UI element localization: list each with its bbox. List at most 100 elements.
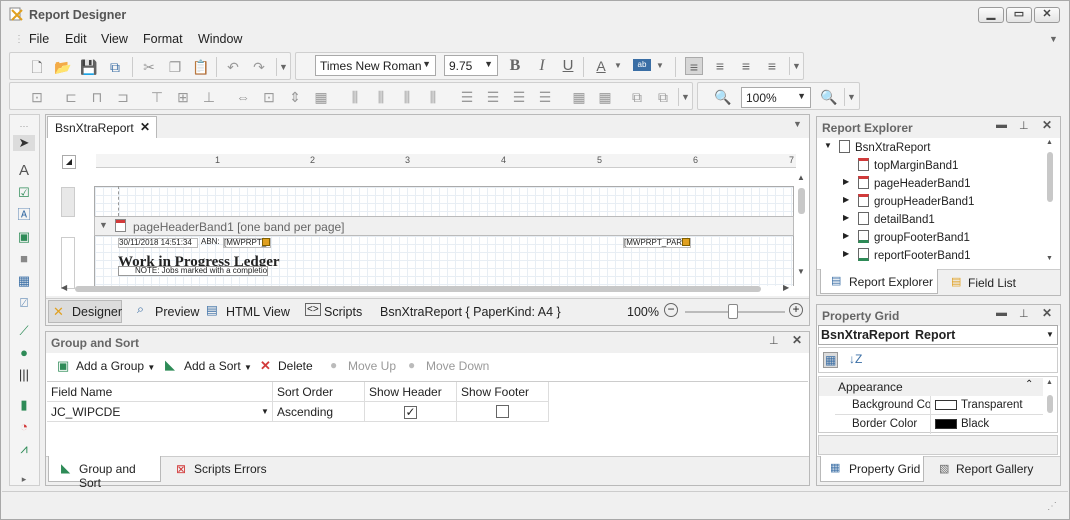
column-header-show-footer[interactable]: Show Footer: [457, 382, 549, 402]
designer-horizontal-scrollbar[interactable]: ◀ ▶: [61, 283, 796, 294]
tree-scrollbar[interactable]: ▲ ▼: [1045, 139, 1055, 265]
chevron-down-icon[interactable]: ▼: [261, 407, 269, 416]
tree-item-report-footer[interactable]: reportFooterBand1: [858, 248, 971, 262]
tree-item-group-footer[interactable]: groupFooterBand1: [858, 230, 970, 244]
smart-tag-icon[interactable]: [682, 238, 690, 246]
collapse-icon[interactable]: ▼: [824, 141, 832, 150]
tab-report-explorer[interactable]: ▤ Report Explorer: [820, 269, 938, 294]
maximize-button[interactable]: ▭: [1006, 7, 1032, 23]
bring-to-front-icon[interactable]: ⧉: [628, 88, 646, 106]
align-middles-icon[interactable]: ⊞: [174, 88, 192, 106]
scroll-up-icon[interactable]: ▲: [1046, 379, 1053, 386]
shape-tool-icon[interactable]: ●: [16, 345, 32, 361]
new-report-icon[interactable]: 🗋: [28, 58, 46, 76]
align-lefts-icon[interactable]: ⊏: [62, 88, 80, 106]
sparkline-tool-icon[interactable]: ⩘: [16, 441, 32, 457]
tab-scripts-errors[interactable]: Scripts Errors: [194, 462, 267, 476]
note-text-control[interactable]: NOTE: Jobs marked with a completio: [118, 266, 268, 276]
property-scrollbar[interactable]: ▲: [1045, 379, 1055, 431]
send-to-back-icon[interactable]: ⧉: [654, 88, 672, 106]
chevron-down-icon[interactable]: ▼: [1046, 330, 1054, 339]
column-header-field-name[interactable]: Field Name: [47, 382, 273, 402]
font-name-combo[interactable]: Times New Roman ▼: [315, 55, 436, 76]
align-bottoms-icon[interactable]: ⊥: [200, 88, 218, 106]
toolbar-overflow-icon[interactable]: ▼: [789, 57, 803, 75]
document-tab[interactable]: BsnXtraReport ✕: [47, 116, 157, 138]
same-size-icon[interactable]: ▦: [312, 88, 330, 106]
open-icon[interactable]: 📂: [54, 58, 72, 76]
chevron-down-icon[interactable]: ▼: [613, 57, 623, 75]
same-width-icon[interactable]: ⇔: [234, 88, 252, 106]
page-header-band-caption[interactable]: ▼ pageHeaderBand1 [one band per page]: [94, 216, 794, 236]
gauge-tool-icon[interactable]: ◔: [16, 419, 32, 435]
toolbar-overflow-icon[interactable]: ▼: [678, 88, 692, 106]
tree-item-page-header[interactable]: pageHeaderBand1: [858, 176, 971, 190]
richtext-tool-icon[interactable]: 🄰: [16, 207, 32, 223]
align-center-icon[interactable]: ≡: [711, 57, 729, 75]
menu-format[interactable]: Format: [143, 32, 183, 46]
vert-spacing-decrease-icon[interactable]: ☰: [510, 88, 528, 106]
pin-icon[interactable]: ⊥: [1019, 307, 1029, 320]
back-color-icon[interactable]: ab: [633, 59, 651, 71]
close-panel-icon[interactable]: ✕: [792, 333, 802, 347]
align-left-icon[interactable]: ≡: [685, 57, 703, 75]
designer-vertical-scrollbar[interactable]: ▲ ▼: [796, 173, 808, 279]
show-header-checkbox[interactable]: ✓: [404, 406, 417, 419]
expand-icon[interactable]: ▶: [843, 249, 849, 258]
panel-tool-icon[interactable]: ■: [16, 251, 32, 267]
alphabetical-icon[interactable]: ↓Z: [849, 352, 862, 366]
table-row-sort-order[interactable]: Ascending: [273, 402, 365, 422]
collapse-category-icon[interactable]: ⌃: [1025, 379, 1033, 390]
align-right-icon[interactable]: ≡: [737, 57, 755, 75]
align-to-grid-icon[interactable]: ⊡: [28, 88, 46, 106]
zoom-in-circle-icon[interactable]: +: [789, 303, 803, 317]
scroll-down-icon[interactable]: ▼: [797, 267, 805, 276]
pin-icon[interactable]: ⊥: [1019, 119, 1029, 132]
save-icon[interactable]: 💾: [80, 58, 98, 76]
checkbox-tool-icon[interactable]: ☑: [16, 185, 32, 201]
underline-icon[interactable]: U: [559, 57, 577, 75]
paste-icon[interactable]: 📋: [192, 58, 210, 76]
property-value-cell[interactable]: Transparent: [931, 396, 1043, 415]
ruler-corner-icon[interactable]: ◢: [62, 155, 76, 169]
add-sort-button[interactable]: Add a Sort ▼: [184, 359, 252, 373]
tree-item-top-margin[interactable]: topMarginBand1: [858, 158, 958, 172]
line-tool-icon[interactable]: ⟋: [16, 323, 32, 339]
fore-color-icon[interactable]: A: [592, 57, 610, 75]
italic-icon[interactable]: I: [533, 57, 551, 75]
align-rights-icon[interactable]: ⊐: [114, 88, 132, 106]
horiz-spacing-remove-icon[interactable]: ⫼: [424, 88, 442, 106]
menu-window[interactable]: Window: [198, 32, 242, 46]
redo-icon[interactable]: ↷: [250, 58, 268, 76]
picture-tool-icon[interactable]: ▣: [16, 229, 32, 245]
center-vertically-icon[interactable]: ▦: [596, 88, 614, 106]
close-panel-icon[interactable]: ✕: [1042, 118, 1052, 132]
scroll-right-icon[interactable]: ▶: [783, 283, 789, 292]
top-margin-band[interactable]: [94, 186, 794, 216]
scroll-left-icon[interactable]: ◀: [61, 283, 67, 292]
param-field-control[interactable]: [MWPRPT_PARA: [623, 238, 691, 248]
justify-icon[interactable]: ≡: [763, 57, 781, 75]
chart-tool-icon[interactable]: ▮: [16, 397, 32, 413]
size-to-grid-icon[interactable]: ⊡: [260, 88, 278, 106]
toolbar-overflow-icon[interactable]: ▼: [844, 88, 858, 106]
tab-report-gallery[interactable]: Report Gallery: [956, 462, 1033, 476]
zoom-slider-thumb[interactable]: [728, 304, 738, 319]
table-tool-icon[interactable]: ▦: [16, 273, 32, 289]
tab-scripts[interactable]: Scripts: [324, 305, 362, 319]
tab-group-sort[interactable]: ◣ Group and Sort: [48, 456, 161, 490]
copy-icon[interactable]: ❐: [166, 58, 184, 76]
vert-spacing-remove-icon[interactable]: ☰: [536, 88, 554, 106]
date-field-control[interactable]: 30/11/2018 14:51:34: [118, 238, 198, 248]
character-comb-icon[interactable]: ⍁: [16, 295, 32, 311]
close-panel-icon[interactable]: ✕: [1042, 306, 1052, 320]
expand-icon[interactable]: ▶: [843, 231, 849, 240]
pin-icon[interactable]: ⊥: [769, 334, 779, 347]
tree-item-detail[interactable]: detailBand1: [858, 212, 935, 226]
property-value-cell[interactable]: Black: [931, 415, 1043, 434]
abn-label-control[interactable]: ABN:: [201, 238, 223, 248]
tab-field-list[interactable]: Field List: [968, 276, 1016, 290]
font-size-combo[interactable]: 9.75 ▼: [444, 55, 498, 76]
menu-file[interactable]: File: [29, 32, 49, 46]
maximize-panel-icon[interactable]: ▬: [996, 307, 1007, 319]
